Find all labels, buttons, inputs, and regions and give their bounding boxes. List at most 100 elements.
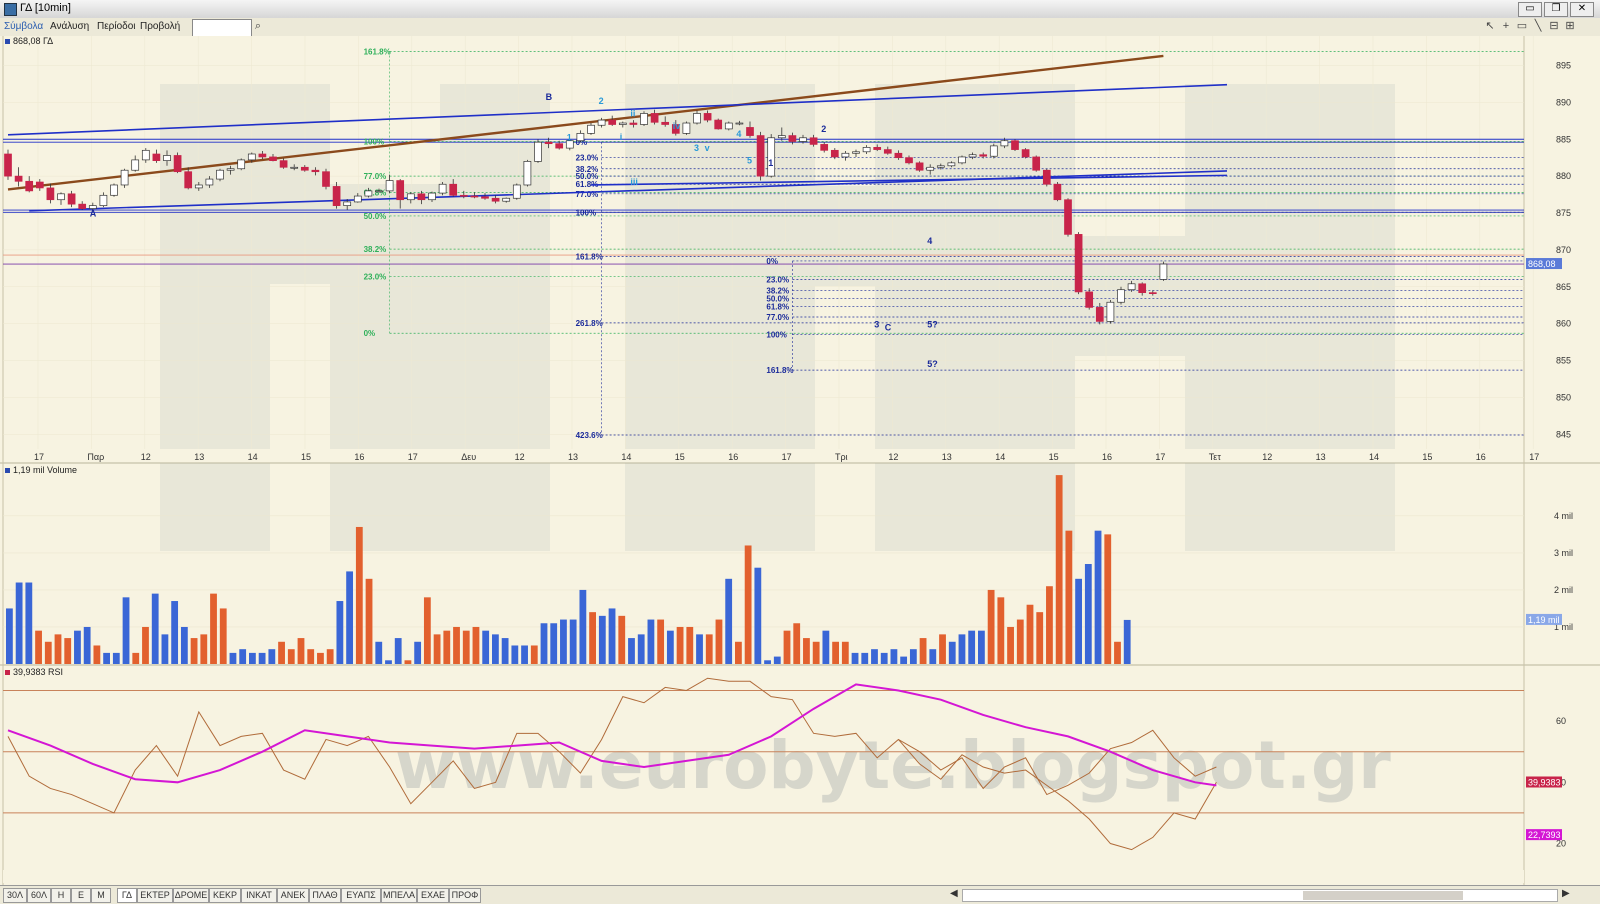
symbol-tab[interactable]: ΚΕΚΡ (209, 888, 241, 903)
symbol-tab[interactable]: ΕΚΤΕΡ (137, 888, 173, 903)
volume-bar (1016, 619, 1024, 664)
wave-label: 1 (567, 133, 572, 143)
wave-label: v (705, 143, 710, 153)
menu-symbols[interactable]: Σύμβολα (4, 21, 43, 32)
price-tick-label: 880 (1556, 171, 1571, 181)
candle-body (544, 141, 553, 145)
candle-body (968, 154, 977, 158)
chart-area[interactable]: www.eurobyte.blogspot.gr8458508558608658… (0, 36, 1600, 885)
search-icon[interactable]: ⌕ (252, 20, 264, 32)
symbol-tab[interactable]: ΠΛΑΘ (309, 888, 341, 903)
time-tick-label: 14 (995, 452, 1005, 462)
candle-body (120, 169, 129, 186)
symbol-tab[interactable]: ΜΠΕΛΑ (381, 888, 417, 903)
symbol-tab[interactable]: ΕΧΑΕ (417, 888, 449, 903)
volume-bar (200, 634, 208, 664)
restore-button[interactable]: ❐ (1544, 2, 1568, 17)
crosshair-icon[interactable]: + (1500, 20, 1512, 32)
pointer-icon[interactable]: ↖ (1484, 20, 1496, 32)
zoom-out-icon[interactable]: ⊟ (1548, 20, 1560, 32)
volume-bar (287, 649, 295, 664)
volume-bar (851, 652, 859, 664)
volume-bar (666, 630, 674, 664)
rectangle-icon[interactable]: ▭ (1516, 20, 1528, 32)
volume-bar (453, 626, 460, 664)
price-tick-label: 870 (1556, 245, 1571, 255)
symbol-tab[interactable]: ΔΡΟΜΕ (173, 888, 209, 903)
candle-body (491, 197, 500, 202)
volume-bar (725, 578, 733, 664)
candle-body (184, 171, 193, 189)
candle-body (512, 184, 521, 199)
time-tick-label: 12 (888, 452, 898, 462)
candle-body (322, 171, 330, 187)
price-tick-label: 895 (1556, 61, 1571, 71)
candle-body (820, 144, 829, 151)
volume-bar (161, 634, 169, 664)
symbol-tab[interactable]: Μ (91, 888, 111, 903)
symbol-tab[interactable]: ΕΥΑΠΣ (341, 888, 381, 903)
candle-body (1117, 289, 1125, 303)
volume-bar (404, 660, 412, 664)
scrollbar-thumb[interactable] (1303, 891, 1463, 900)
volume-bar (132, 652, 140, 664)
symbol-tab[interactable]: ΑΝΕΚ (277, 888, 309, 903)
candle-body (4, 153, 12, 177)
candle-body (809, 137, 818, 145)
volume-bar (297, 638, 305, 664)
candle-body (1053, 183, 1062, 201)
volume-bar (249, 652, 256, 664)
time-tick-label: 12 (141, 452, 151, 462)
symbol-tab[interactable]: 60Λ (27, 888, 51, 903)
fibonacci-label: 77.0% (364, 172, 387, 181)
volume-bar (929, 649, 937, 664)
symbol-tab[interactable]: ΠΡΟΦ (449, 888, 481, 903)
scroll-right-icon[interactable]: ▶ (1562, 888, 1570, 899)
minimize-button[interactable]: ▭ (1518, 2, 1542, 17)
candle-body (25, 180, 34, 192)
candle-body (141, 149, 150, 161)
symbol-tab[interactable]: 30Λ (3, 888, 27, 903)
watermark-block (815, 186, 875, 286)
time-tick-label: 12 (1262, 452, 1272, 462)
volume-bar (550, 623, 558, 664)
volume-bar (569, 619, 577, 664)
time-tick-label: 17 (408, 452, 418, 462)
symbol-tab[interactable]: Η (51, 888, 71, 903)
bottom-tab-bar: 30Λ 60Λ Η Ε Μ ΓΔ ΕΚΤΕΡ ΔΡΟΜΕ ΚΕΚΡ ΙΝΚΑΤ ΑΝΕΚ ΠΛΑΘ ΕΥ… (0, 885, 1600, 904)
candle-body (852, 151, 860, 154)
volume-bar (657, 619, 665, 664)
close-button[interactable]: ✕ (1570, 2, 1594, 17)
symbol-tab[interactable]: Ε (71, 888, 91, 903)
price-tick-label: 850 (1556, 392, 1571, 402)
symbol-tab[interactable]: ΓΔ (117, 888, 137, 903)
rsi-tick-label: 60 (1556, 716, 1566, 726)
volume-bar (151, 593, 159, 664)
volume-bar (278, 641, 285, 664)
volume-bar (841, 641, 849, 664)
time-tick-label: 16 (1102, 452, 1112, 462)
volume-bar (978, 630, 985, 664)
volume-bar (637, 634, 645, 664)
volume-bar (608, 608, 616, 664)
candle-body (555, 143, 564, 149)
zoom-in-icon[interactable]: ⊞ (1564, 20, 1576, 32)
volume-bar (696, 634, 703, 664)
volume-bar (317, 652, 324, 664)
horizontal-scrollbar[interactable] (962, 889, 1558, 902)
candle-body (650, 113, 659, 123)
candle-body (290, 166, 299, 169)
volume-bar (647, 619, 655, 664)
volume-bar (1075, 578, 1082, 664)
menu-analysis[interactable]: Ανάλυση (50, 21, 89, 32)
scroll-left-icon[interactable]: ◀ (950, 888, 958, 899)
menu-view[interactable]: Προβολή (140, 21, 180, 32)
volume-bar (997, 597, 1005, 664)
symbol-search-input[interactable] (192, 19, 252, 37)
menu-periods[interactable]: Περίοδοι (97, 21, 136, 32)
candle-body (597, 119, 606, 126)
line-icon[interactable]: ╲ (1532, 20, 1544, 32)
candle-body (237, 159, 246, 170)
symbol-tab[interactable]: ΙΝΚΑΤ (241, 888, 277, 903)
fibonacci-label: 423.6% (576, 431, 603, 440)
